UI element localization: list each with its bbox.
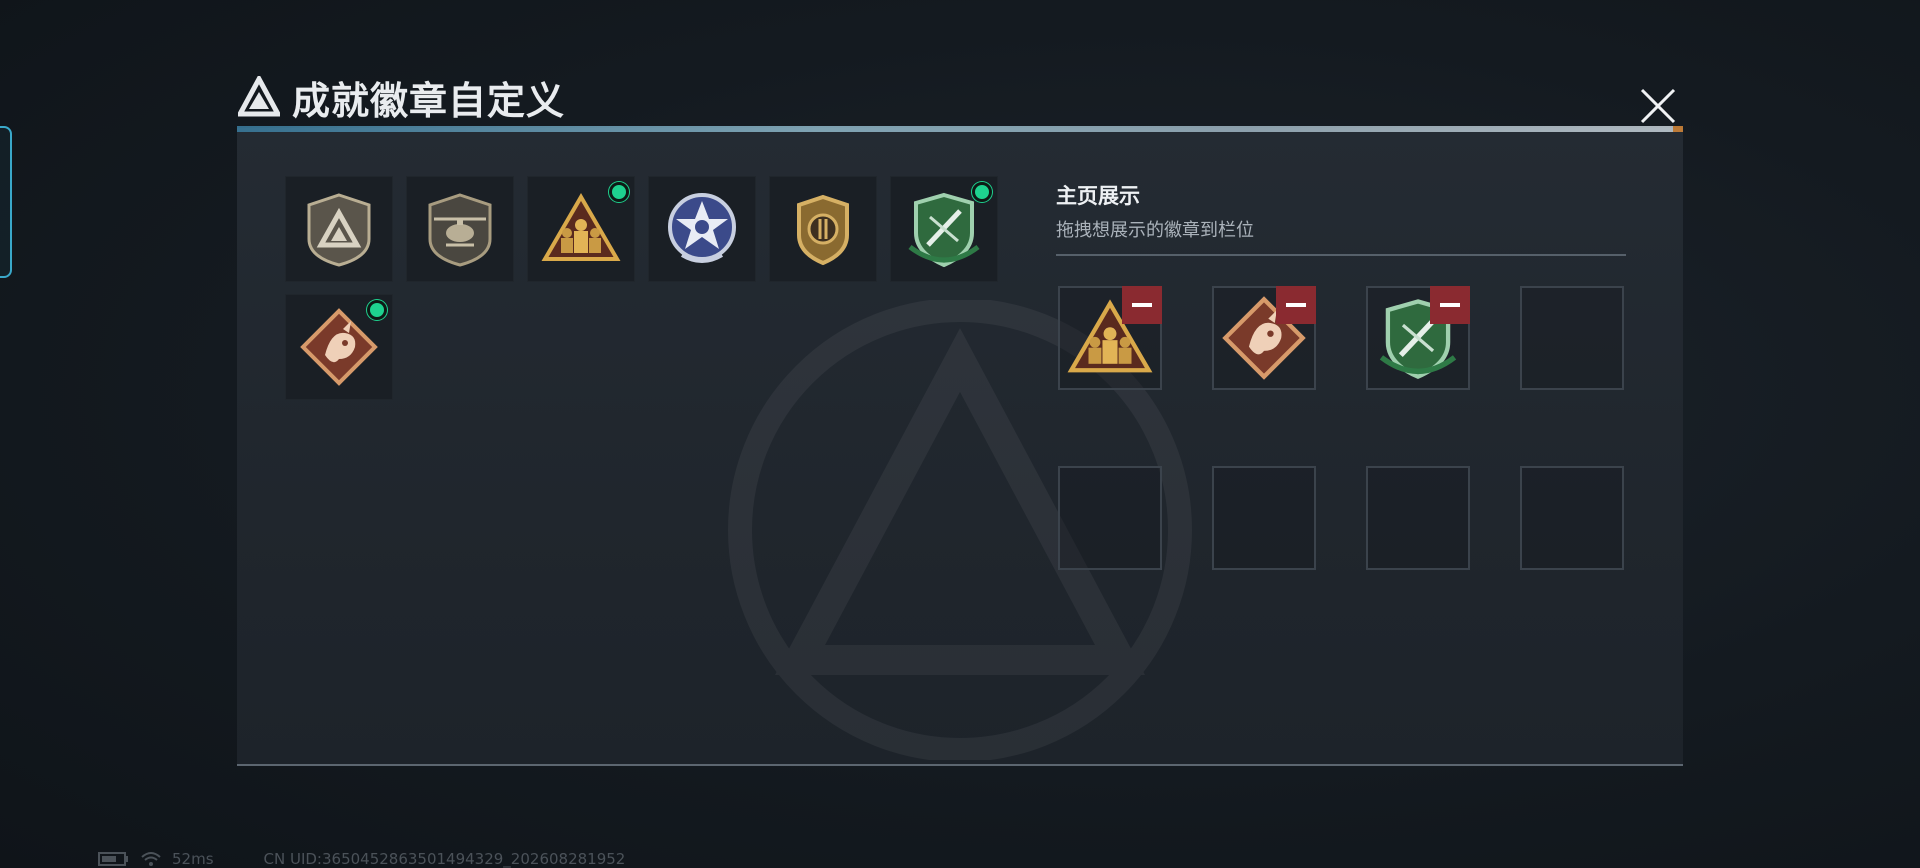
panel-top-border — [237, 126, 1683, 132]
dialog-title: 成就徽章自定义 — [292, 78, 566, 123]
display-slot[interactable] — [1058, 286, 1162, 390]
minus-icon — [1132, 303, 1152, 307]
equipped-indicator — [609, 182, 629, 202]
wifi-icon — [141, 852, 161, 866]
display-slot-empty[interactable] — [1520, 466, 1624, 570]
display-slot-empty[interactable] — [1058, 466, 1162, 570]
minus-icon — [1286, 303, 1306, 307]
mountain-triangle-badge-icon — [307, 193, 371, 267]
dialog-header: 成就徽章自定义 — [238, 72, 566, 123]
section-divider — [1056, 254, 1626, 256]
gold-shield-badge-icon — [797, 194, 849, 266]
display-slot-empty[interactable] — [1212, 466, 1316, 570]
star-wreath-badge-icon — [668, 193, 736, 263]
minus-icon — [1440, 303, 1460, 307]
badge-collection-grid — [285, 176, 1005, 400]
remove-badge-button[interactable] — [1430, 286, 1470, 324]
status-bar: 52ms CN UID:3650452863501494329_20260828… — [98, 850, 625, 868]
remove-badge-button[interactable] — [1122, 286, 1162, 324]
user-uid: CN UID:3650452863501494329_202608281952 — [263, 850, 626, 868]
game-logo-icon — [238, 76, 280, 117]
display-slot[interactable] — [1212, 286, 1316, 390]
soldiers-triangle-badge-icon — [541, 193, 621, 261]
display-slot-empty[interactable] — [1520, 286, 1624, 390]
badge-cell[interactable] — [527, 176, 635, 282]
side-tab-indicator[interactable] — [0, 126, 12, 278]
equipped-indicator — [972, 182, 992, 202]
display-slot-empty[interactable] — [1366, 466, 1470, 570]
close-icon — [1640, 88, 1676, 124]
green-shield-daggers-badge-icon — [908, 192, 980, 268]
ping-readout: 52ms — [172, 850, 214, 868]
homepage-display-title: 主页展示 — [1056, 184, 1140, 208]
equipped-indicator — [367, 300, 387, 320]
badge-cell[interactable] — [285, 294, 393, 400]
dragon-diamond-badge-icon — [300, 308, 378, 386]
homepage-display-hint: 拖拽想展示的徽章到栏位 — [1056, 220, 1254, 241]
badge-cell[interactable] — [769, 176, 877, 282]
close-button[interactable] — [1636, 84, 1680, 128]
badge-cell[interactable] — [285, 176, 393, 282]
display-slot-grid — [1058, 286, 1624, 570]
homepage-display-section: 主页展示 拖拽想展示的徽章到栏位 — [1056, 180, 1626, 256]
remove-badge-button[interactable] — [1276, 286, 1316, 324]
badge-cell[interactable] — [890, 176, 998, 282]
helicopter-shield-badge-icon — [428, 193, 492, 267]
battery-icon — [98, 852, 128, 866]
badge-cell[interactable] — [648, 176, 756, 282]
badge-cell[interactable] — [406, 176, 514, 282]
display-slot[interactable] — [1366, 286, 1470, 390]
